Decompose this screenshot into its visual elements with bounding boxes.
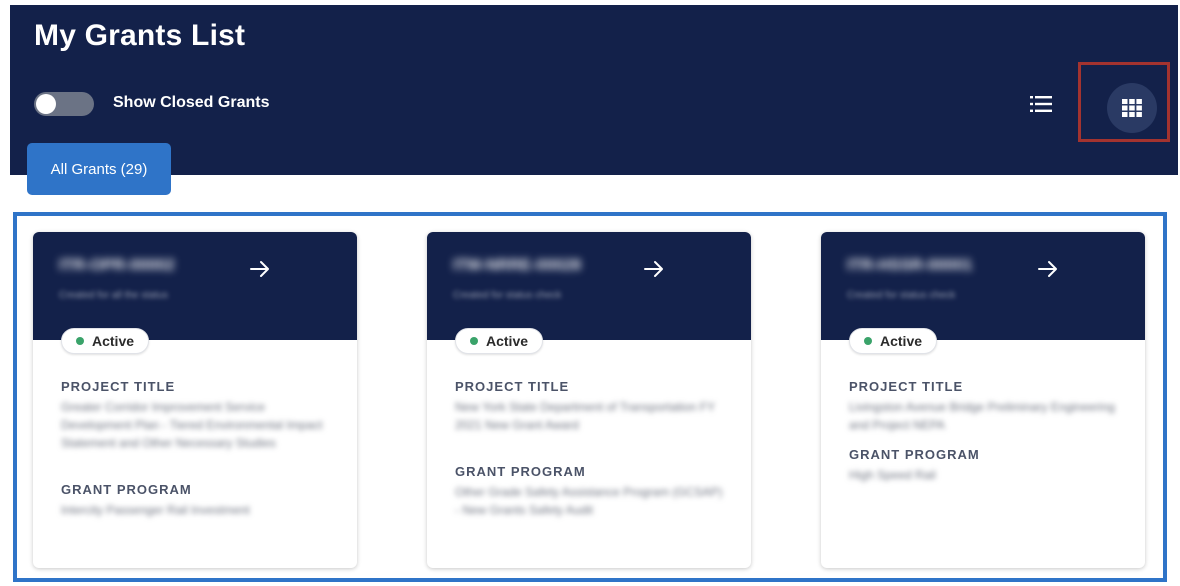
grant-subtitle: Created for status check (453, 290, 562, 301)
status-dot-icon (470, 337, 478, 345)
show-closed-toggle[interactable] (34, 92, 94, 116)
project-title-label: PROJECT TITLE (455, 379, 570, 394)
list-view-icon (1030, 96, 1052, 112)
status-text: Active (92, 333, 135, 349)
grant-program-label: GRANT PROGRAM (61, 482, 192, 497)
project-title-value: Livingston Avenue Bridge Preliminary Eng… (849, 400, 1115, 432)
status-badge: Active (849, 328, 938, 354)
grant-subtitle: Created for status check (847, 290, 956, 301)
show-closed-label: Show Closed Grants (113, 94, 270, 111)
page-header: My Grants List Show Closed Grants (10, 5, 1178, 175)
list-view-button[interactable] (1026, 89, 1056, 119)
arrow-right-icon[interactable] (249, 258, 271, 280)
project-title-value: New York State Department of Transportat… (455, 400, 715, 432)
project-title-label: PROJECT TITLE (61, 379, 176, 394)
status-badge: Active (455, 328, 544, 354)
status-dot-icon (76, 337, 84, 345)
arrow-right-icon[interactable] (1037, 258, 1059, 280)
grant-program-label: GRANT PROGRAM (455, 464, 586, 479)
tab-all-grants[interactable]: All Grants (29) (27, 143, 171, 195)
grant-card[interactable]: ITM-NRRE-00028 Created for status check … (427, 232, 751, 568)
project-title-label: PROJECT TITLE (849, 379, 964, 394)
grant-card[interactable]: ITR-HSSR-00001 Created for status check … (821, 232, 1145, 568)
grant-card-header: ITM-NRRE-00028 Created for status check (427, 232, 751, 340)
status-text: Active (880, 333, 923, 349)
grant-card-header: ITR-HSSR-00001 Created for status check (821, 232, 1145, 340)
grants-card-grid: ITR-OPR-00002 Created for all the status… (13, 212, 1167, 582)
toggle-knob (36, 94, 56, 114)
grant-card[interactable]: ITR-OPR-00002 Created for all the status… (33, 232, 357, 568)
arrow-right-icon[interactable] (643, 258, 665, 280)
grants-page: My Grants List Show Closed Grants All Gr… (0, 0, 1180, 586)
grant-program-value: Other Grade Safety Assistance Program (G… (455, 485, 723, 517)
grant-card-header: ITR-OPR-00002 Created for all the status (33, 232, 357, 340)
grid-view-icon (1122, 99, 1142, 117)
grant-id: ITR-OPR-00002 (59, 257, 175, 274)
grant-program-label: GRANT PROGRAM (849, 447, 980, 462)
grid-view-button[interactable] (1107, 83, 1157, 133)
project-title-value: Greater Corridor Improvement Service Dev… (61, 400, 323, 450)
status-dot-icon (864, 337, 872, 345)
grant-program-value: High Speed Rail (849, 468, 936, 482)
page-title: My Grants List (34, 19, 246, 52)
grant-subtitle: Created for all the status (59, 290, 168, 301)
status-text: Active (486, 333, 529, 349)
grant-id: ITM-NRRE-00028 (453, 257, 582, 274)
status-badge: Active (61, 328, 150, 354)
grant-id: ITR-HSSR-00001 (847, 257, 973, 274)
grant-program-value: Intercity Passenger Rail Investment (61, 503, 250, 517)
